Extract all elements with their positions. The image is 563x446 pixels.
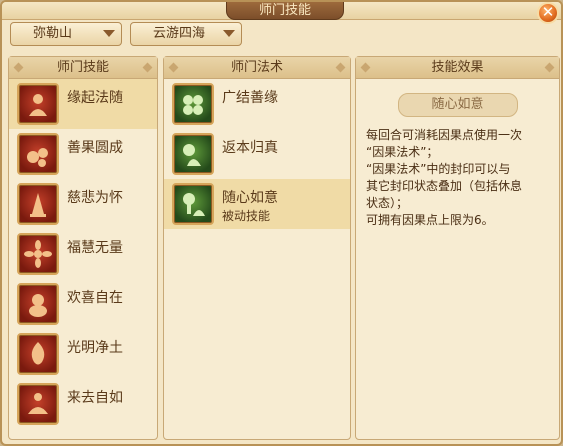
sun-figure-icon [172, 133, 214, 175]
flame-icon [17, 333, 59, 375]
effect-description: 每回合可消耗因果点使用一次 “因果法术”； “因果法术”中的封印可以与 其它封印状态叠… [356, 117, 559, 229]
laughing-buddha-icon [17, 283, 59, 325]
school-skills-list: 缘起法随善果圆成慈悲为怀福慧无量欢喜自在光明净土来去自如 [9, 79, 157, 429]
effect-line: 状态）； [366, 196, 409, 210]
school-skill-row[interactable]: 光明净土 [9, 329, 157, 379]
mountain-dropdown-value: 弥勒山 [33, 26, 73, 41]
school-skill-name: 缘起法随 [67, 90, 123, 106]
school-spell-row[interactable]: 广结善缘 [164, 79, 350, 129]
close-button[interactable]: ✕ [537, 2, 559, 24]
effect-skill-name: 随心如意 [397, 93, 518, 117]
school-spells-list: 广结善缘返本归真随心如意被动技能 [164, 79, 350, 229]
school-skills-panel: 师门技能 缘起法随善果圆成慈悲为怀福慧无量欢喜自在光明净土来去自如 [8, 56, 158, 440]
school-dropdown-value: 云游四海 [153, 26, 206, 41]
effect-line: 其它封印状态叠加（包括休息 [366, 179, 523, 193]
effect-line: 每回合可消耗因果点使用一次 [366, 128, 523, 142]
cluster-icon [172, 83, 214, 125]
school-spells-panel: 师门法术 广结善缘返本归真随心如意被动技能 [163, 56, 351, 440]
school-skill-name: 福慧无量 [67, 240, 123, 256]
school-skills-window: 师门技能 ✕ 弥勒山 云游四海 师门技能 缘起法随善果圆成慈悲为怀福慧无量欢喜自… [0, 0, 563, 446]
school-skills-header: 师门技能 [9, 57, 157, 79]
school-skill-name: 来去自如 [67, 390, 123, 406]
chevron-down-icon [103, 30, 115, 37]
school-skill-name: 光明净土 [67, 340, 123, 356]
meditating-figure-icon [17, 383, 59, 425]
school-skill-row[interactable]: 福慧无量 [9, 229, 157, 279]
tree-figure-icon [172, 183, 214, 225]
mountain-dropdown[interactable]: 弥勒山 [10, 22, 122, 46]
effect-line: 可拥有因果点上限为6。 [366, 213, 494, 227]
school-skill-row[interactable]: 善果圆成 [9, 129, 157, 179]
chevron-down-icon [223, 30, 235, 37]
lotus-icon [17, 233, 59, 275]
school-skill-name: 善果圆成 [67, 140, 123, 156]
school-spell-type: 被动技能 [222, 209, 271, 223]
effect-line: “因果法术”； [366, 145, 439, 159]
close-icon: ✕ [541, 3, 555, 21]
school-spell-row[interactable]: 随心如意 被动技能 [164, 179, 350, 229]
school-spell-name: 广结善缘 [222, 90, 278, 106]
school-skill-row[interactable]: 缘起法随 [9, 79, 157, 129]
fruit-icon [17, 133, 59, 175]
skill-effect-header: 技能效果 [356, 57, 559, 79]
school-skill-row[interactable]: 来去自如 [9, 379, 157, 429]
effect-line: “因果法术”中的封印可以与 [366, 162, 511, 176]
monk-icon [17, 83, 59, 125]
school-spells-header: 师门法术 [164, 57, 350, 79]
school-skill-name: 慈悲为怀 [67, 190, 123, 206]
school-spell-name: 返本归真 [222, 140, 278, 156]
school-dropdown[interactable]: 云游四海 [130, 22, 242, 46]
praying-hands-icon [17, 183, 59, 225]
skill-effect-panel: 技能效果 随心如意 每回合可消耗因果点使用一次 “因果法术”； “因果法术”中的封印… [355, 56, 560, 440]
school-spell-name: 随心如意 [222, 190, 278, 206]
title-bar: 师门技能 [2, 2, 561, 20]
school-skill-name: 欢喜自在 [67, 290, 123, 306]
school-spell-row[interactable]: 返本归真 [164, 129, 350, 179]
school-skill-row[interactable]: 欢喜自在 [9, 279, 157, 329]
school-skill-row[interactable]: 慈悲为怀 [9, 179, 157, 229]
window-title: 师门技能 [226, 2, 344, 20]
